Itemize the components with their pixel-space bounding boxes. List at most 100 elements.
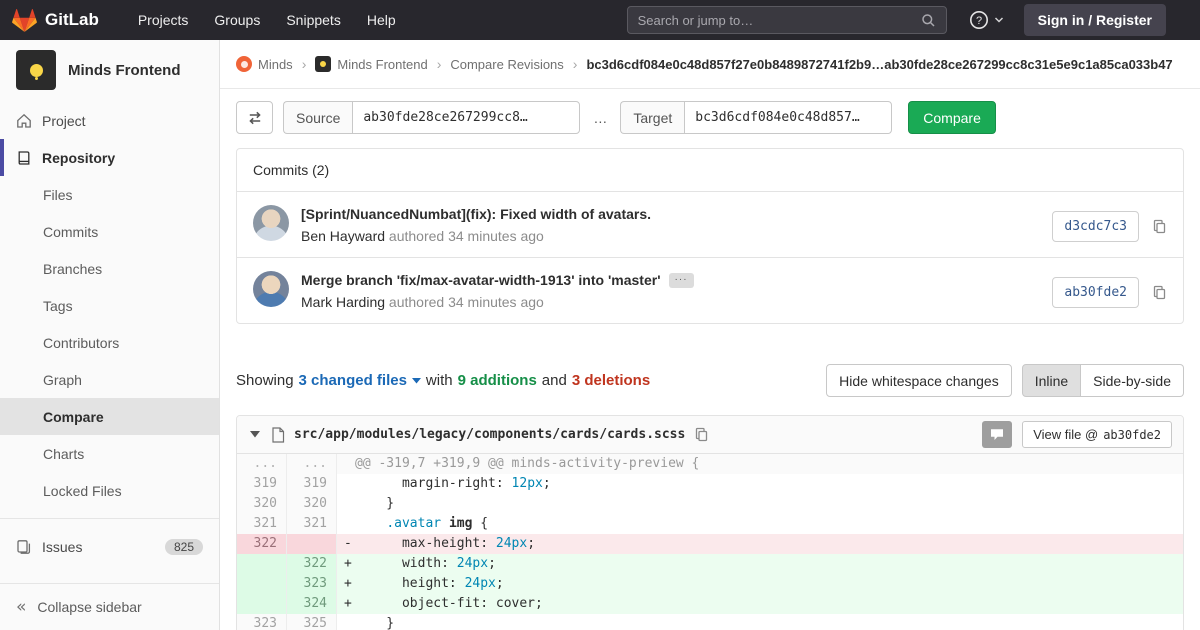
diff-line-number-new[interactable] xyxy=(287,534,337,554)
gitlab-logo-text: GitLab xyxy=(45,10,99,30)
file-path[interactable]: src/app/modules/legacy/components/cards/… xyxy=(294,427,685,442)
diff-line-number-old[interactable]: ... xyxy=(237,454,287,474)
breadcrumb-group[interactable]: Minds xyxy=(236,56,293,72)
breadcrumb: Minds › Minds Frontend › Compare Revisio… xyxy=(220,40,1200,89)
breadcrumb-compare-revisions[interactable]: Compare Revisions xyxy=(450,57,563,72)
diff-line-number-old[interactable]: 322 xyxy=(237,534,287,554)
collapse-sidebar-button[interactable]: « Collapse sidebar xyxy=(0,583,219,630)
deletions-count: 3 deletions xyxy=(572,372,650,389)
target-ref-input[interactable] xyxy=(684,101,892,134)
copy-sha-button[interactable] xyxy=(1152,285,1167,300)
gitlab-logo[interactable]: GitLab xyxy=(12,8,99,33)
diff-line-sign xyxy=(337,494,355,514)
diff-line-number-old[interactable] xyxy=(237,554,287,574)
side-by-side-view-button[interactable]: Side-by-side xyxy=(1081,364,1184,397)
source-ref-input[interactable] xyxy=(352,101,580,134)
diff-view-controls: Hide whitespace changes Inline Side-by-s… xyxy=(826,364,1184,397)
search-box[interactable] xyxy=(627,6,947,34)
comment-bubble-icon xyxy=(990,428,1004,441)
diff-file-header: src/app/modules/legacy/components/cards/… xyxy=(237,416,1183,454)
diff-line-number-new[interactable]: 320 xyxy=(287,494,337,514)
nav-link-snippets[interactable]: Snippets xyxy=(273,0,353,40)
sidebar-item-compare[interactable]: Compare xyxy=(0,398,219,435)
commit-row: Merge branch 'fix/max-avatar-width-1913'… xyxy=(237,257,1183,323)
sidebar-item-graph[interactable]: Graph xyxy=(0,361,219,398)
commit-meta: Ben Hayward authored 34 minutes ago xyxy=(301,228,1036,244)
diff-line-number-old[interactable]: 323 xyxy=(237,614,287,630)
diff-line-number-new[interactable]: 324 xyxy=(287,594,337,614)
diff-line-number-old[interactable]: 319 xyxy=(237,474,287,494)
group-avatar xyxy=(236,56,252,72)
diff-line-sign: + xyxy=(337,554,355,574)
nav-link-groups[interactable]: Groups xyxy=(201,0,273,40)
sign-in-register-button[interactable]: Sign in / Register xyxy=(1024,4,1166,36)
hide-whitespace-button[interactable]: Hide whitespace changes xyxy=(826,364,1012,397)
view-file-sha: ab30fde2 xyxy=(1103,428,1161,442)
target-label: Target xyxy=(620,101,684,134)
project-avatar-small xyxy=(315,56,331,72)
diff-line-sign xyxy=(337,454,355,474)
diff-line-code: width: 24px; xyxy=(355,554,1183,574)
search-icon[interactable] xyxy=(921,13,936,28)
diff-line-number-new[interactable]: 325 xyxy=(287,614,337,630)
gitlab-tanuki-icon xyxy=(12,8,37,33)
commit-body: [Sprint/NuancedNumbat](fix): Fixed width… xyxy=(301,205,1036,244)
copy-sha-button[interactable] xyxy=(1152,219,1167,234)
copy-file-path-button[interactable] xyxy=(694,427,709,442)
diff-line-number-old[interactable]: 321 xyxy=(237,514,287,534)
diff-line-number-new[interactable]: 322 xyxy=(287,554,337,574)
diff-line-code: } xyxy=(355,494,1183,514)
sidebar-item-repository[interactable]: Repository xyxy=(0,139,219,176)
collapse-file-button[interactable] xyxy=(248,431,262,438)
inline-view-button[interactable]: Inline xyxy=(1022,364,1081,397)
sidebar: Minds Frontend Project Repository FilesC… xyxy=(0,40,220,630)
diff-line: 324+ object-fit: cover; xyxy=(237,594,1183,614)
commit-author-avatar[interactable] xyxy=(253,271,289,307)
sidebar-item-project[interactable]: Project xyxy=(0,102,219,139)
sidebar-project-header[interactable]: Minds Frontend xyxy=(0,40,219,102)
diff-line-number-old[interactable] xyxy=(237,574,287,594)
sidebar-item-branches[interactable]: Branches xyxy=(0,250,219,287)
nav-link-help[interactable]: Help xyxy=(354,0,409,40)
swap-revisions-button[interactable] xyxy=(236,101,273,134)
compare-button[interactable]: Compare xyxy=(908,101,996,134)
sidebar-item-tags[interactable]: Tags xyxy=(0,287,219,324)
commit-actions: ab30fde2 xyxy=(1052,271,1167,308)
diff-line-number-new[interactable]: 321 xyxy=(287,514,337,534)
diff-file-actions: View file @ ab30fde2 xyxy=(982,421,1172,448)
sidebar-item-commits[interactable]: Commits xyxy=(0,213,219,250)
diff-line-number-new[interactable]: ... xyxy=(287,454,337,474)
sidebar-item-issues[interactable]: Issues 825 xyxy=(0,528,219,565)
help-menu[interactable]: ? xyxy=(969,10,1004,30)
commit-title: [Sprint/NuancedNumbat](fix): Fixed width… xyxy=(301,206,1036,222)
nav-link-projects[interactable]: Projects xyxy=(125,0,202,40)
diff-line-number-old[interactable] xyxy=(237,594,287,614)
view-file-button[interactable]: View file @ ab30fde2 xyxy=(1022,421,1172,448)
toggle-comments-button[interactable] xyxy=(982,421,1012,448)
sidebar-item-locked-files[interactable]: Locked Files xyxy=(0,472,219,509)
breadcrumb-separator: › xyxy=(302,56,307,72)
diff-line-number-new[interactable]: 319 xyxy=(287,474,337,494)
diff-line-number-new[interactable]: 323 xyxy=(287,574,337,594)
commit-author-link[interactable]: Mark Harding xyxy=(301,294,385,310)
commit-author-link[interactable]: Ben Hayward xyxy=(301,228,385,244)
changed-files-dropdown[interactable]: 3 changed files xyxy=(299,372,421,389)
svg-text:?: ? xyxy=(976,15,982,27)
breadcrumb-project[interactable]: Minds Frontend xyxy=(315,56,427,72)
commit-title-link[interactable]: Merge branch 'fix/max-avatar-width-1913'… xyxy=(301,272,661,288)
commit-title-link[interactable]: [Sprint/NuancedNumbat](fix): Fixed width… xyxy=(301,206,651,222)
commit-expand-button[interactable]: ··· xyxy=(669,273,694,288)
sidebar-item-files[interactable]: Files xyxy=(0,176,219,213)
breadcrumb-current-sha-range: bc3d6cdf084e0c48d857f27e0b8489872741f2b9… xyxy=(586,57,1172,72)
with-label: with xyxy=(426,372,453,389)
commit-sha-button[interactable]: d3cdc7c3 xyxy=(1052,211,1139,242)
commit-author-avatar[interactable] xyxy=(253,205,289,241)
revision-range-dots: … xyxy=(593,110,607,126)
sidebar-item-contributors[interactable]: Contributors xyxy=(0,324,219,361)
issues-count-badge: 825 xyxy=(165,539,203,555)
search-input[interactable] xyxy=(638,13,913,28)
commit-sha-button[interactable]: ab30fde2 xyxy=(1052,277,1139,308)
diff-line-number-old[interactable]: 320 xyxy=(237,494,287,514)
sidebar-item-charts[interactable]: Charts xyxy=(0,435,219,472)
breadcrumb-label: Minds Frontend xyxy=(337,57,427,72)
